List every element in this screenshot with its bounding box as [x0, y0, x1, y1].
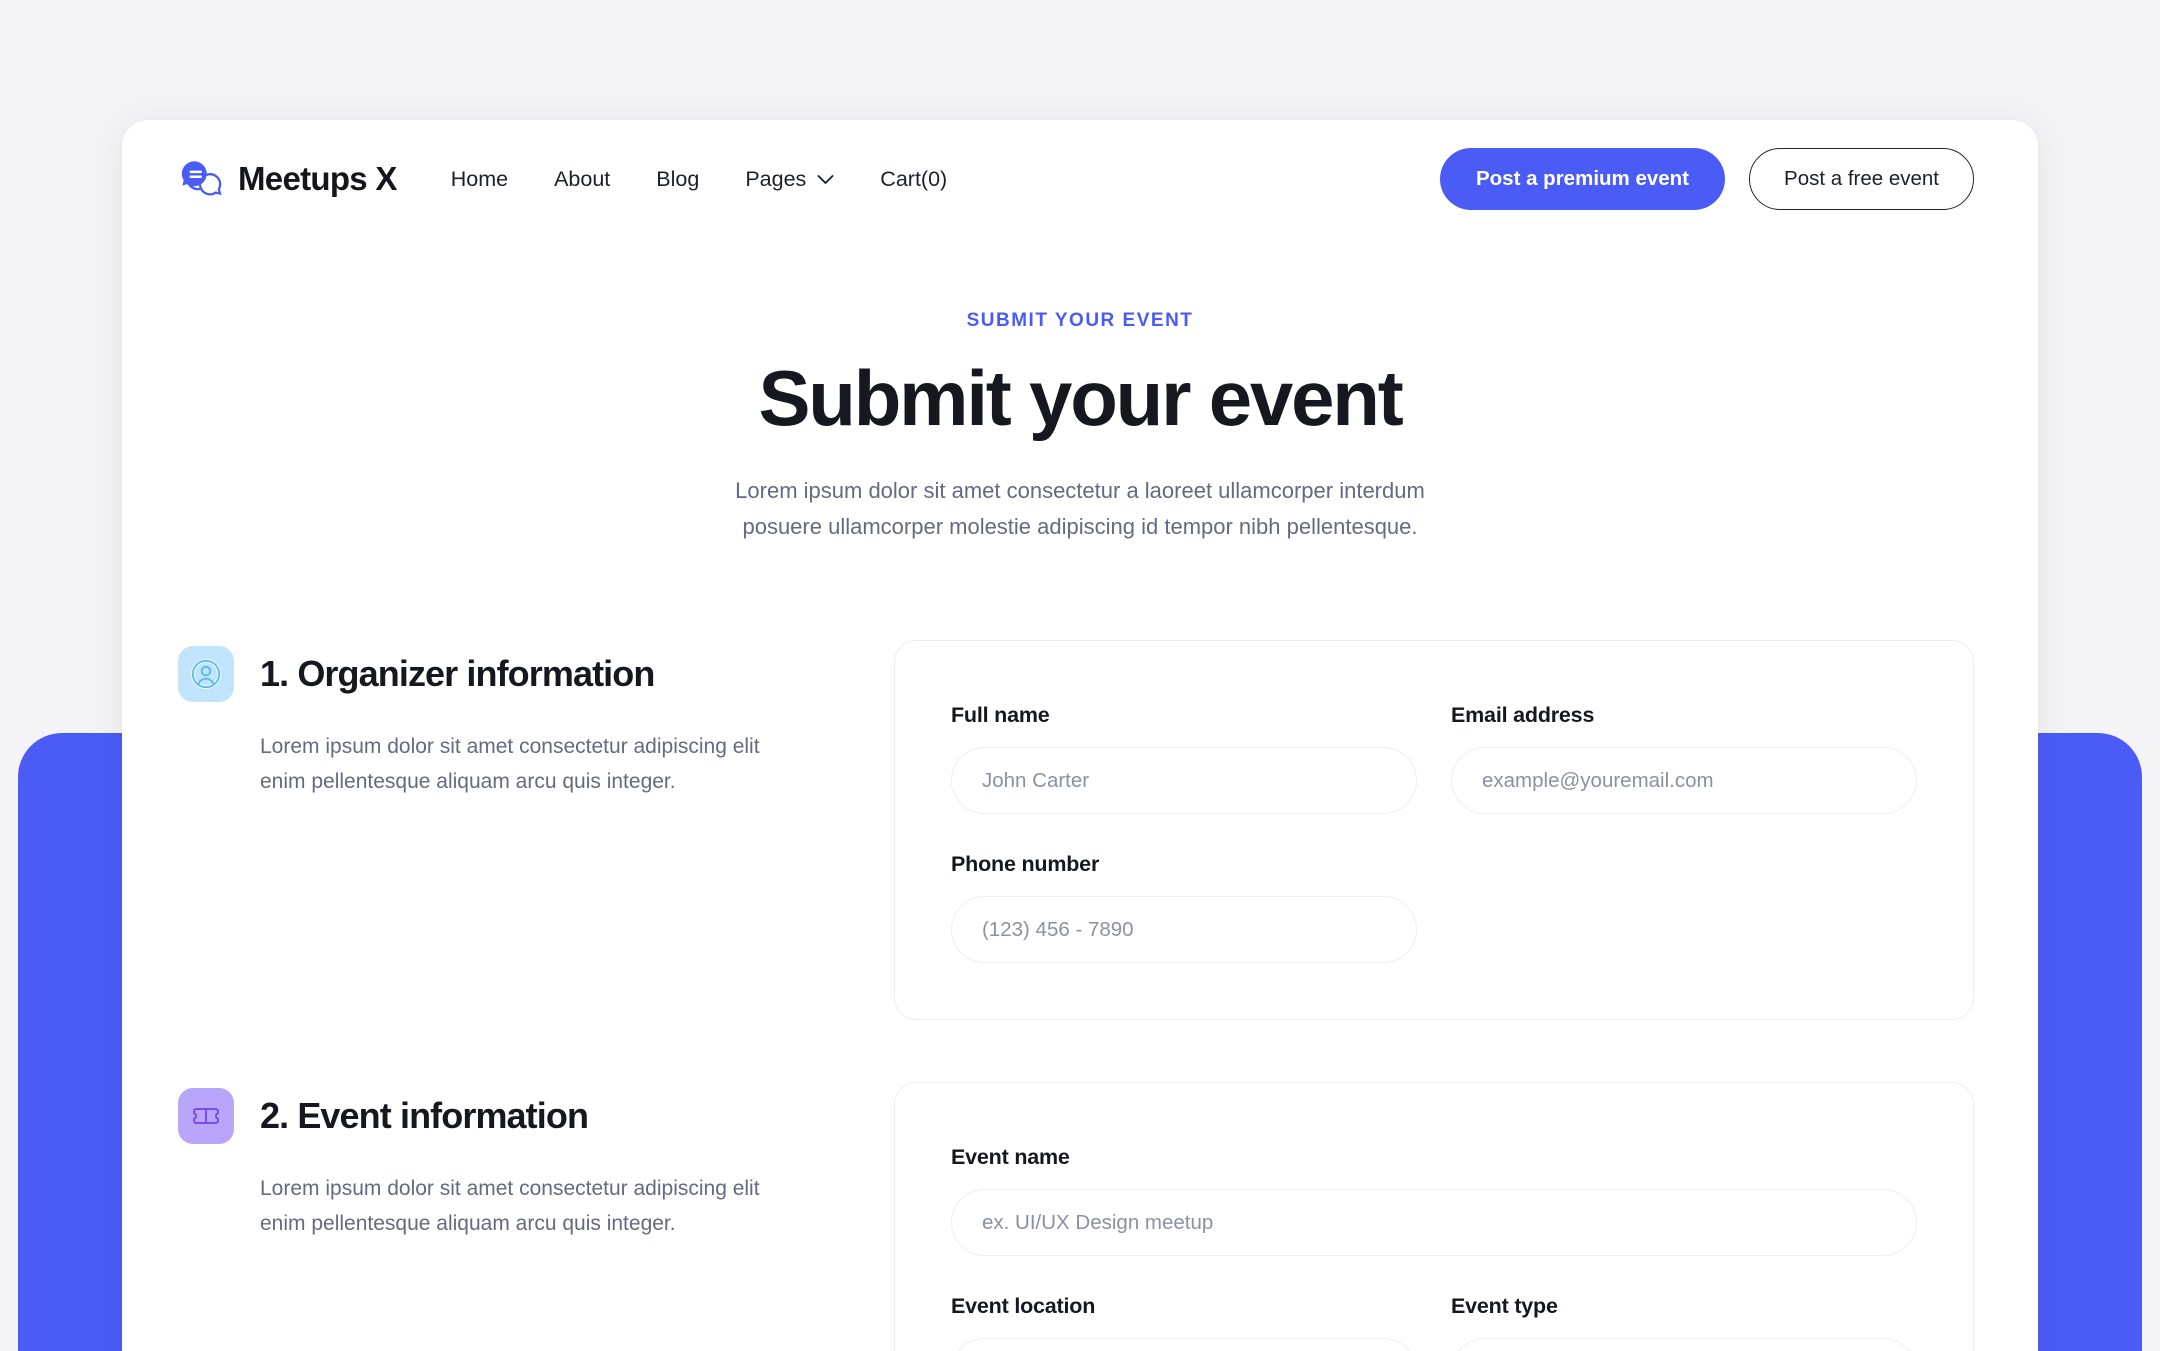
- section-heading: 1. Organizer information: [178, 646, 878, 703]
- email-address-input[interactable]: [1451, 747, 1917, 815]
- field-full-name: Full name: [951, 703, 1417, 815]
- header-actions: Post a premium event Post a free event: [1439, 148, 1974, 210]
- chevron-down-icon: [817, 174, 834, 185]
- ticket-icon-tile: [178, 1088, 234, 1145]
- nav-item-pages[interactable]: Pages: [745, 167, 834, 192]
- section-event-information: 2. Event information Lorem ipsum dolor s…: [178, 1082, 1974, 1351]
- brand-name: Meetups X: [238, 160, 397, 197]
- site-header: Meetups X Home About Blog Pages Cart(0) …: [122, 120, 2038, 238]
- form-sections: 1. Organizer information Lorem ipsum dol…: [122, 544, 2038, 1351]
- section-title: 2. Event information: [260, 1095, 589, 1137]
- event-form-card: Event name Event location Event type: [894, 1082, 1974, 1351]
- section-description: Lorem ipsum dolor sit amet consectetur a…: [260, 1177, 760, 1235]
- event-type-label: Event type: [1451, 1294, 1558, 1319]
- event-type-input[interactable]: [1451, 1338, 1917, 1351]
- nav-item-label: Cart(0): [880, 166, 948, 191]
- section-heading: 2. Event information: [178, 1088, 878, 1145]
- field-event-type: Event type: [1451, 1294, 1917, 1351]
- section-description-column: 2. Event information Lorem ipsum dolor s…: [178, 1082, 878, 1241]
- nav-item-cart[interactable]: Cart(0): [880, 167, 947, 192]
- nav-item-label: About: [554, 166, 611, 191]
- field-event-location: Event location: [951, 1294, 1417, 1351]
- nav-item-home[interactable]: Home: [451, 167, 508, 192]
- event-name-label: Event name: [951, 1145, 1070, 1170]
- section-title: 1. Organizer information: [260, 653, 655, 695]
- hero-section: SUBMIT YOUR EVENT Submit your event Lore…: [122, 238, 2038, 544]
- hero-eyebrow: SUBMIT YOUR EVENT: [966, 310, 1194, 331]
- nav-item-label: Home: [450, 166, 509, 191]
- event-location-input[interactable]: [951, 1338, 1417, 1351]
- user-circle-icon-tile: [178, 646, 234, 703]
- event-location-label: Event location: [951, 1294, 1096, 1319]
- full-name-input[interactable]: [951, 747, 1417, 815]
- page-title: Submit your event: [758, 354, 1403, 442]
- organizer-field-grid: Full name Email address Phone number: [951, 703, 1917, 964]
- phone-number-label: Phone number: [951, 852, 1100, 877]
- section-description: Lorem ipsum dolor sit amet consectetur a…: [260, 735, 760, 793]
- nav-item-about[interactable]: About: [554, 167, 610, 192]
- field-email-address: Email address: [1451, 703, 1917, 815]
- nav-item-blog[interactable]: Blog: [656, 167, 699, 192]
- field-event-name: Event name: [951, 1145, 1917, 1257]
- chat-bubbles-icon: [178, 156, 224, 202]
- post-premium-event-button[interactable]: Post a premium event: [1439, 148, 1726, 210]
- page-card: Meetups X Home About Blog Pages Cart(0) …: [122, 120, 2038, 1351]
- event-name-input[interactable]: [951, 1189, 1917, 1257]
- post-free-event-button[interactable]: Post a free event: [1749, 148, 1974, 210]
- email-address-label: Email address: [1451, 703, 1595, 728]
- section-description-column: 1. Organizer information Lorem ipsum dol…: [178, 640, 878, 799]
- section-organizer-information: 1. Organizer information Lorem ipsum dol…: [178, 640, 1974, 1021]
- brand-logo-link[interactable]: Meetups X: [178, 156, 397, 202]
- hero-subtitle: Lorem ipsum dolor sit amet consectetur a…: [735, 477, 1425, 539]
- event-details-row: Event location Event type: [951, 1294, 1917, 1351]
- phone-number-input[interactable]: [951, 896, 1417, 964]
- organizer-form-card: Full name Email address Phone number: [894, 640, 1974, 1021]
- user-circle-icon: [190, 658, 222, 690]
- event-name-row: Event name: [951, 1145, 1917, 1257]
- full-name-label: Full name: [951, 703, 1050, 728]
- nav-item-label: Pages: [745, 166, 807, 191]
- nav-item-label: Blog: [656, 166, 700, 191]
- ticket-icon: [190, 1100, 222, 1132]
- main-nav: Home About Blog Pages Cart(0): [451, 167, 947, 192]
- field-phone-number: Phone number: [951, 852, 1417, 964]
